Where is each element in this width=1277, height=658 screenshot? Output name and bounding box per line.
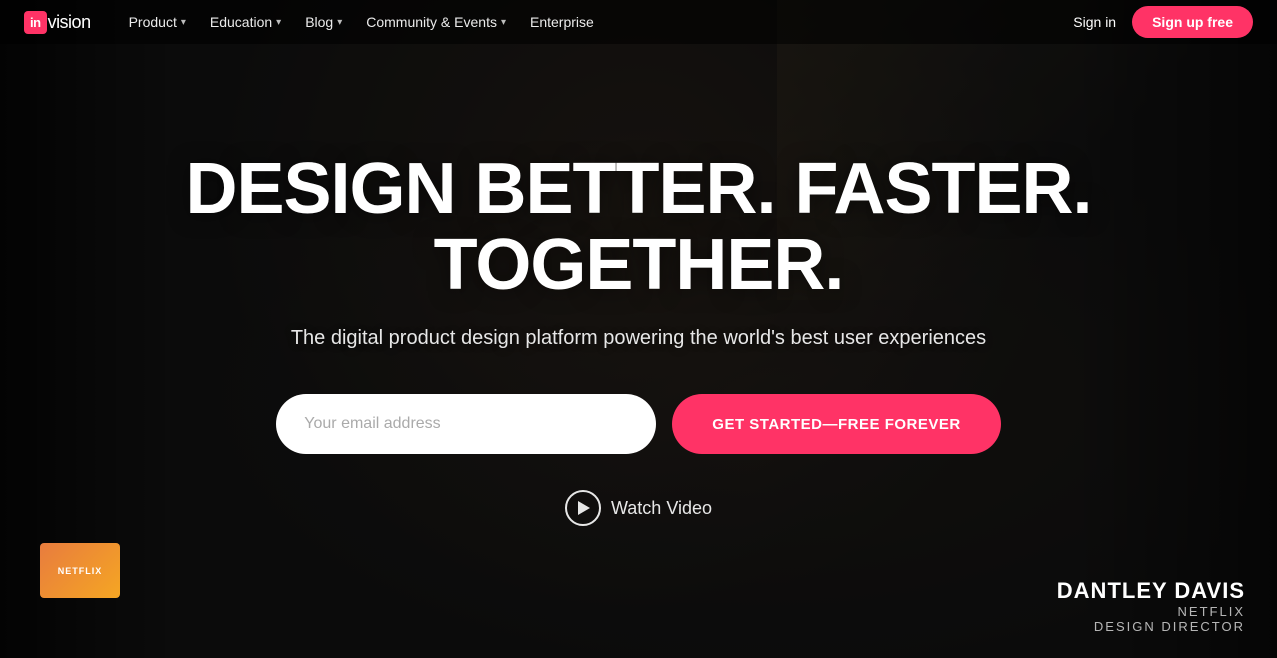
watch-video-label: Watch Video	[611, 498, 712, 519]
bottom-left-card: NETFLIX	[40, 543, 120, 598]
nav-item-product[interactable]: Product ▾	[119, 8, 196, 36]
logo-vision-text: vision	[48, 12, 91, 33]
nav-community-label: Community & Events	[366, 14, 497, 30]
signup-button[interactable]: Sign up free	[1132, 6, 1253, 38]
nav-blog-label: Blog	[305, 14, 333, 30]
nav-item-community[interactable]: Community & Events ▾	[356, 8, 516, 36]
email-input[interactable]	[276, 394, 656, 454]
nav-education-label: Education	[210, 14, 272, 30]
nav-item-enterprise[interactable]: Enterprise	[520, 8, 604, 36]
netflix-label: NETFLIX	[58, 566, 103, 576]
person-credit: DANTLEY DAVIS NETFLIX DESIGN DIRECTOR	[1057, 578, 1245, 634]
nav-right: Sign in Sign up free	[1073, 6, 1253, 38]
logo-in-box: in	[24, 11, 47, 34]
sign-in-link[interactable]: Sign in	[1073, 14, 1116, 30]
credit-name: DANTLEY DAVIS	[1057, 578, 1245, 604]
navbar: in vision Product ▾ Education ▾ Blog ▾ C…	[0, 0, 1277, 44]
chevron-down-icon: ▾	[501, 17, 506, 28]
nav-item-education[interactable]: Education ▾	[200, 8, 291, 36]
chevron-down-icon: ▾	[276, 17, 281, 28]
netflix-card: NETFLIX	[40, 543, 120, 598]
play-circle-icon	[565, 490, 601, 526]
get-started-button[interactable]: GET STARTED—FREE FOREVER	[672, 394, 1000, 454]
play-triangle-icon	[578, 501, 590, 515]
logo[interactable]: in vision	[24, 11, 91, 34]
nav-links: Product ▾ Education ▾ Blog ▾ Community &…	[119, 8, 1074, 36]
chevron-down-icon: ▾	[181, 17, 186, 28]
watch-video-button[interactable]: Watch Video	[565, 490, 712, 526]
nav-enterprise-label: Enterprise	[530, 14, 594, 30]
hero-section: in vision Product ▾ Education ▾ Blog ▾ C…	[0, 0, 1277, 658]
hero-content: DESIGN BETTER. FASTER. TOGETHER. The dig…	[89, 152, 1189, 526]
credit-job-title: DESIGN DIRECTOR	[1057, 619, 1245, 634]
credit-company: NETFLIX	[1057, 604, 1245, 619]
hero-form: GET STARTED—FREE FOREVER	[276, 394, 1000, 454]
nav-item-blog[interactable]: Blog ▾	[295, 8, 352, 36]
hero-subtitle: The digital product design platform powe…	[291, 327, 986, 350]
hero-title: DESIGN BETTER. FASTER. TOGETHER.	[89, 152, 1189, 303]
chevron-down-icon: ▾	[337, 17, 342, 28]
nav-product-label: Product	[129, 14, 177, 30]
